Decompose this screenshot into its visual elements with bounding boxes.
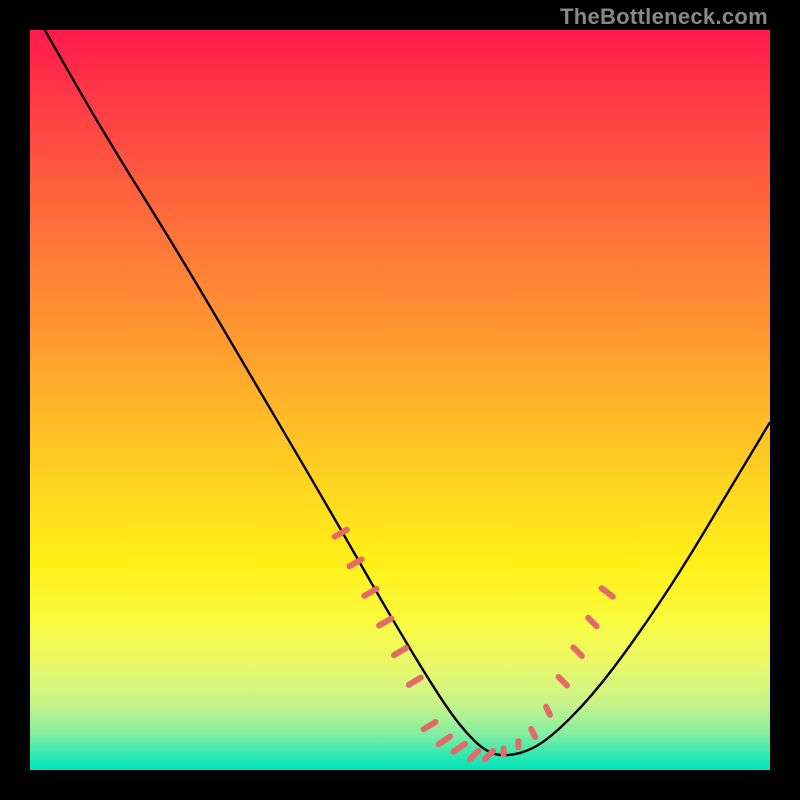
highlight-tick — [419, 718, 439, 733]
highlight-tick — [501, 746, 507, 758]
highlight-tick — [375, 614, 395, 629]
highlight-markers — [331, 526, 617, 764]
highlight-tick — [554, 673, 571, 690]
highlight-tick — [390, 644, 410, 659]
attribution-watermark: TheBottleneck.com — [560, 4, 768, 30]
highlight-tick — [584, 614, 601, 631]
highlight-tick — [466, 747, 483, 764]
highlight-tick — [569, 643, 586, 660]
highlight-tick — [542, 703, 554, 719]
highlight-tick — [527, 725, 539, 741]
highlight-tick — [434, 732, 454, 748]
highlight-tick — [515, 738, 521, 750]
chart-svg — [30, 30, 770, 770]
highlight-tick — [449, 740, 469, 756]
highlight-tick — [405, 673, 425, 688]
plot-area — [30, 30, 770, 770]
highlight-tick — [597, 584, 617, 601]
